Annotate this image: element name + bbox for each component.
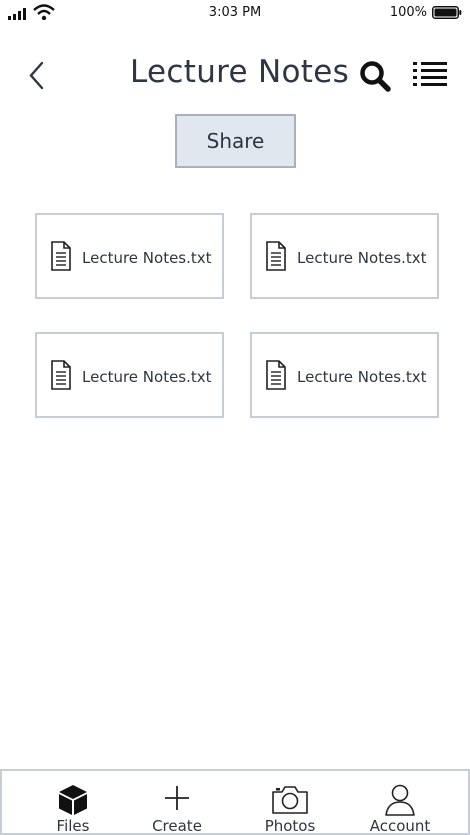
tab-files[interactable]: Files — [32, 771, 114, 835]
tab-create[interactable]: Create — [137, 771, 217, 835]
file-name: Lecture Notes.txt — [82, 368, 212, 386]
search-icon[interactable] — [358, 59, 392, 93]
file-name: Lecture Notes.txt — [297, 249, 427, 267]
tab-files-label: Files — [56, 817, 90, 835]
camera-icon — [272, 786, 308, 814]
plus-icon — [165, 786, 189, 810]
file-item[interactable]: Lecture Notes.txt — [35, 332, 224, 418]
file-item[interactable]: Lecture Notes.txt — [35, 213, 224, 299]
box-icon — [59, 785, 87, 815]
tab-account-label: Account — [369, 817, 431, 835]
file-name: Lecture Notes.txt — [297, 368, 427, 386]
tab-create-label: Create — [152, 817, 202, 835]
document-icon — [266, 360, 286, 390]
file-item[interactable]: Lecture Notes.txt — [250, 213, 439, 299]
tab-photos[interactable]: Photos — [250, 771, 330, 835]
tab-account[interactable]: Account — [360, 771, 440, 835]
file-name: Lecture Notes.txt — [82, 249, 212, 267]
file-item[interactable]: Lecture Notes.txt — [250, 332, 439, 418]
document-icon — [51, 241, 71, 271]
document-icon — [51, 360, 71, 390]
back-chevron-icon[interactable] — [26, 60, 48, 92]
tab-bar: Files Create Photos Account — [0, 769, 470, 835]
share-button[interactable]: Share — [175, 114, 296, 168]
battery-percent: 100% — [389, 5, 427, 20]
list-view-icon[interactable] — [412, 60, 448, 90]
document-icon — [266, 241, 286, 271]
status-bar: 3:03 PM 100% — [0, 0, 470, 28]
user-icon — [385, 784, 415, 816]
page-title: Lecture Notes — [130, 54, 350, 90]
battery-icon — [432, 6, 462, 19]
tab-photos-label: Photos — [264, 817, 316, 835]
